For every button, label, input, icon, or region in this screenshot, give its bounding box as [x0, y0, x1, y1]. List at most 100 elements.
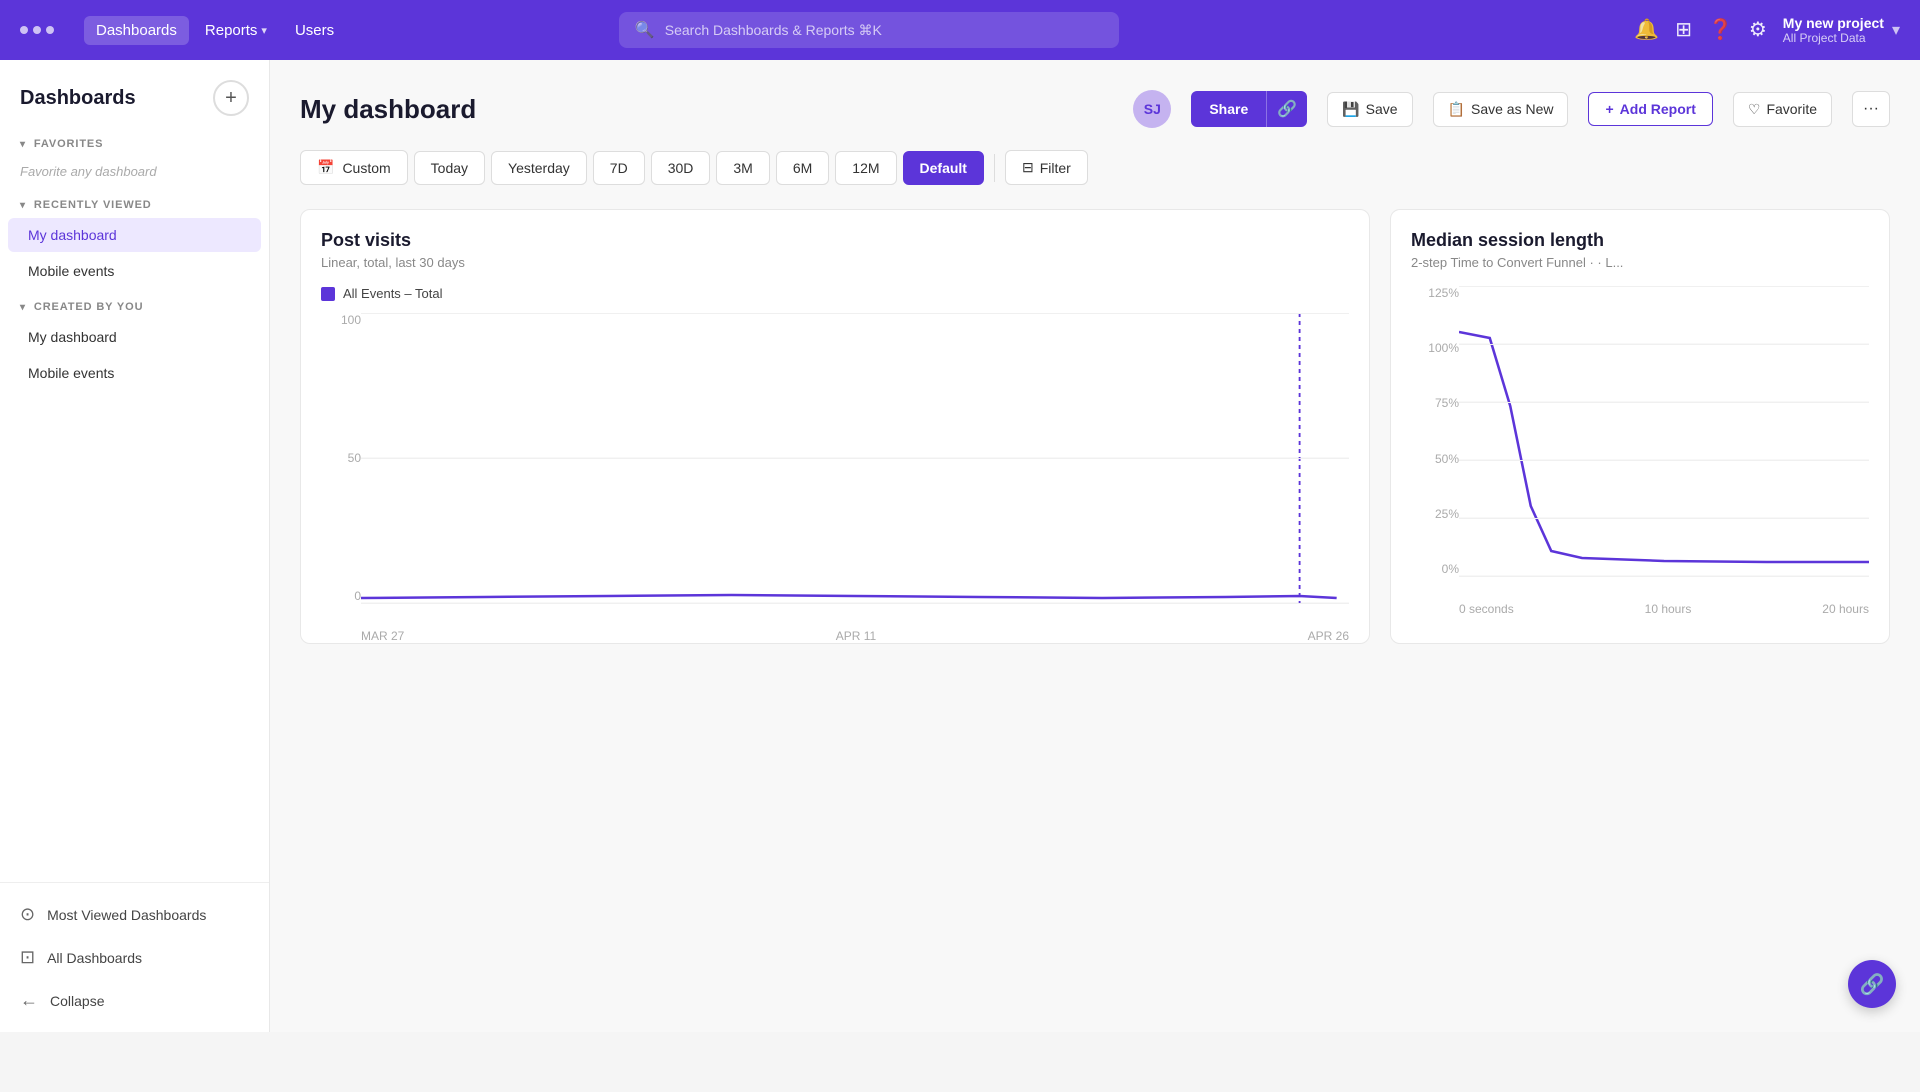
y-label-75: 75% [1411, 396, 1459, 410]
logo-dot-2 [33, 26, 41, 34]
most-viewed-dashboards[interactable]: ⊙ Most Viewed Dashboards [0, 893, 269, 936]
dashboard-title: My dashboard [300, 94, 1113, 125]
nav-users[interactable]: Users [283, 16, 346, 45]
sidebar-item-created-my-dashboard[interactable]: My dashboard [8, 320, 261, 354]
filter-3m[interactable]: 3M [716, 151, 769, 185]
search-placeholder: Search Dashboards & Reports ⌘K [665, 22, 882, 39]
filter-bar: 📅 Custom Today Yesterday 7D 30D 3M 6M 12… [300, 150, 1890, 185]
calendar-icon: 📅 [317, 159, 334, 176]
sidebar-section-favorites[interactable]: ▾ FAVORITES [0, 126, 269, 156]
add-report-button[interactable]: + Add Report [1588, 92, 1712, 126]
x-label-apr11: APR 11 [836, 629, 876, 643]
chart-2-svg [1459, 286, 1869, 576]
project-switcher[interactable]: My new project All Project Data ▾ [1783, 15, 1900, 46]
all-dashboards[interactable]: ⊡ All Dashboards [0, 936, 269, 979]
save-as-new-button[interactable]: 📋 Save as New [1433, 92, 1569, 127]
collapse-sidebar[interactable]: ← Collapse [0, 979, 269, 1022]
y-label-0: 0% [1411, 562, 1459, 576]
median-session-chart: Median session length 2-step Time to Con… [1390, 209, 1890, 644]
chart-2-title: Median session length [1411, 230, 1869, 251]
post-visits-chart: Post visits Linear, total, last 30 days … [300, 209, 1370, 644]
chart-1-title: Post visits [321, 230, 1349, 251]
y-label-25: 25% [1411, 507, 1459, 521]
collapse-label: Collapse [50, 993, 104, 1009]
copy-icon: 📋 [1448, 101, 1465, 118]
chart-1-y-axis: 100 50 0 [321, 313, 361, 603]
search-icon: 🔍 [635, 20, 655, 40]
circle-icon: ⊙ [20, 904, 35, 925]
chevron-down-icon: ▾ [20, 139, 26, 150]
plus-icon: + [1605, 101, 1613, 117]
favorite-button[interactable]: ♡ Favorite [1733, 92, 1832, 127]
charts-grid: Post visits Linear, total, last 30 days … [300, 209, 1890, 644]
sidebar-header: Dashboards + [0, 60, 269, 126]
chart-2-x-axis: 0 seconds 10 hours 20 hours [1459, 602, 1869, 616]
sidebar-item-created-mobile-events[interactable]: Mobile events [8, 356, 261, 390]
logo[interactable] [20, 26, 54, 34]
y-label-100: 100% [1411, 341, 1459, 355]
sidebar-section-recently-viewed[interactable]: ▾ RECENTLY VIEWED [0, 187, 269, 217]
topnav-right: 🔔 ⊞ ❓ ⚙ My new project All Project Data … [1634, 15, 1900, 46]
sidebar-item-mobile-events[interactable]: Mobile events [8, 254, 261, 288]
filter-7d[interactable]: 7D [593, 151, 645, 185]
sidebar-item-my-dashboard[interactable]: My dashboard [8, 218, 261, 252]
filter-12m[interactable]: 12M [835, 151, 896, 185]
chart-1-x-axis: MAR 27 APR 11 APR 26 [361, 629, 1349, 643]
settings-icon[interactable]: ⚙ [1749, 17, 1767, 42]
y-label-0: 0 [321, 589, 361, 603]
all-dashboards-label: All Dashboards [47, 950, 142, 966]
help-icon[interactable]: ❓ [1708, 17, 1733, 42]
link-icon: 🔗 [1860, 972, 1885, 997]
chart-1-legend: All Events – Total [321, 286, 1349, 301]
chart-2-plot [1459, 286, 1869, 576]
most-viewed-label: Most Viewed Dashboards [47, 907, 206, 923]
nav-reports[interactable]: Reports ▾ [193, 16, 279, 45]
avatar: SJ [1133, 90, 1171, 128]
notifications-icon[interactable]: 🔔 [1634, 17, 1659, 42]
x-label-mar27: MAR 27 [361, 629, 404, 643]
share-button-group: Share 🔗 [1191, 91, 1307, 127]
filter-6m[interactable]: 6M [776, 151, 829, 185]
collapse-icon: ← [20, 990, 38, 1011]
topnav-links: Dashboards Reports ▾ Users [84, 16, 346, 45]
nav-dashboards[interactable]: Dashboards [84, 16, 189, 45]
filter-yesterday[interactable]: Yesterday [491, 151, 587, 185]
sidebar-section-created-by-you[interactable]: ▾ CREATED BY YOU [0, 289, 269, 319]
save-button[interactable]: 💾 Save [1327, 92, 1412, 127]
logo-dot-1 [20, 26, 28, 34]
chart-1-subtitle: Linear, total, last 30 days [321, 255, 1349, 270]
chart-2-subtitle: 2-step Time to Convert Funnel · · L... [1411, 255, 1869, 270]
recently-viewed-label: RECENTLY VIEWED [34, 199, 152, 211]
sidebar: Dashboards + ▾ FAVORITES Favorite any da… [0, 60, 270, 1032]
main-content: My dashboard SJ Share 🔗 💾 Save 📋 Save as… [270, 60, 1920, 1032]
filter-30d[interactable]: 30D [651, 151, 711, 185]
y-label-50: 50 [321, 451, 361, 465]
favorites-label: FAVORITES [34, 138, 103, 150]
share-link-icon[interactable]: 🔗 [1266, 91, 1307, 127]
grid-icon[interactable]: ⊞ [1675, 17, 1692, 42]
floating-link-button[interactable]: 🔗 [1848, 960, 1896, 1008]
more-options-button[interactable]: ··· [1852, 91, 1890, 127]
heart-icon: ♡ [1748, 101, 1761, 118]
add-dashboard-button[interactable]: + [213, 80, 249, 116]
sidebar-footer: ⊙ Most Viewed Dashboards ⊡ All Dashboard… [0, 882, 269, 1032]
favorites-empty: Favorite any dashboard [0, 156, 269, 187]
legend-dot-1 [321, 287, 335, 301]
x-label-10h: 10 hours [1645, 602, 1692, 616]
x-label-apr26: APR 26 [1308, 629, 1349, 643]
dashboard-header: My dashboard SJ Share 🔗 💾 Save 📋 Save as… [300, 90, 1890, 128]
chart-1-area: 100 50 0 [321, 313, 1349, 643]
chart-2-area: 125% 100% 75% 50% 25% 0% [1411, 286, 1869, 616]
filter-button[interactable]: ⊟ Filter [1005, 150, 1088, 185]
chart-2-y-axis: 125% 100% 75% 50% 25% 0% [1411, 286, 1459, 576]
filter-today[interactable]: Today [414, 151, 485, 185]
logo-dot-3 [46, 26, 54, 34]
y-label-50: 50% [1411, 452, 1459, 466]
search-bar[interactable]: 🔍 Search Dashboards & Reports ⌘K [619, 12, 1119, 48]
chevron-down-icon: ▾ [1892, 20, 1900, 40]
x-label-0s: 0 seconds [1459, 602, 1514, 616]
filter-custom[interactable]: 📅 Custom [300, 150, 408, 185]
share-button[interactable]: Share [1191, 91, 1266, 127]
grid-small-icon: ⊡ [20, 947, 35, 968]
filter-default[interactable]: Default [903, 151, 984, 185]
